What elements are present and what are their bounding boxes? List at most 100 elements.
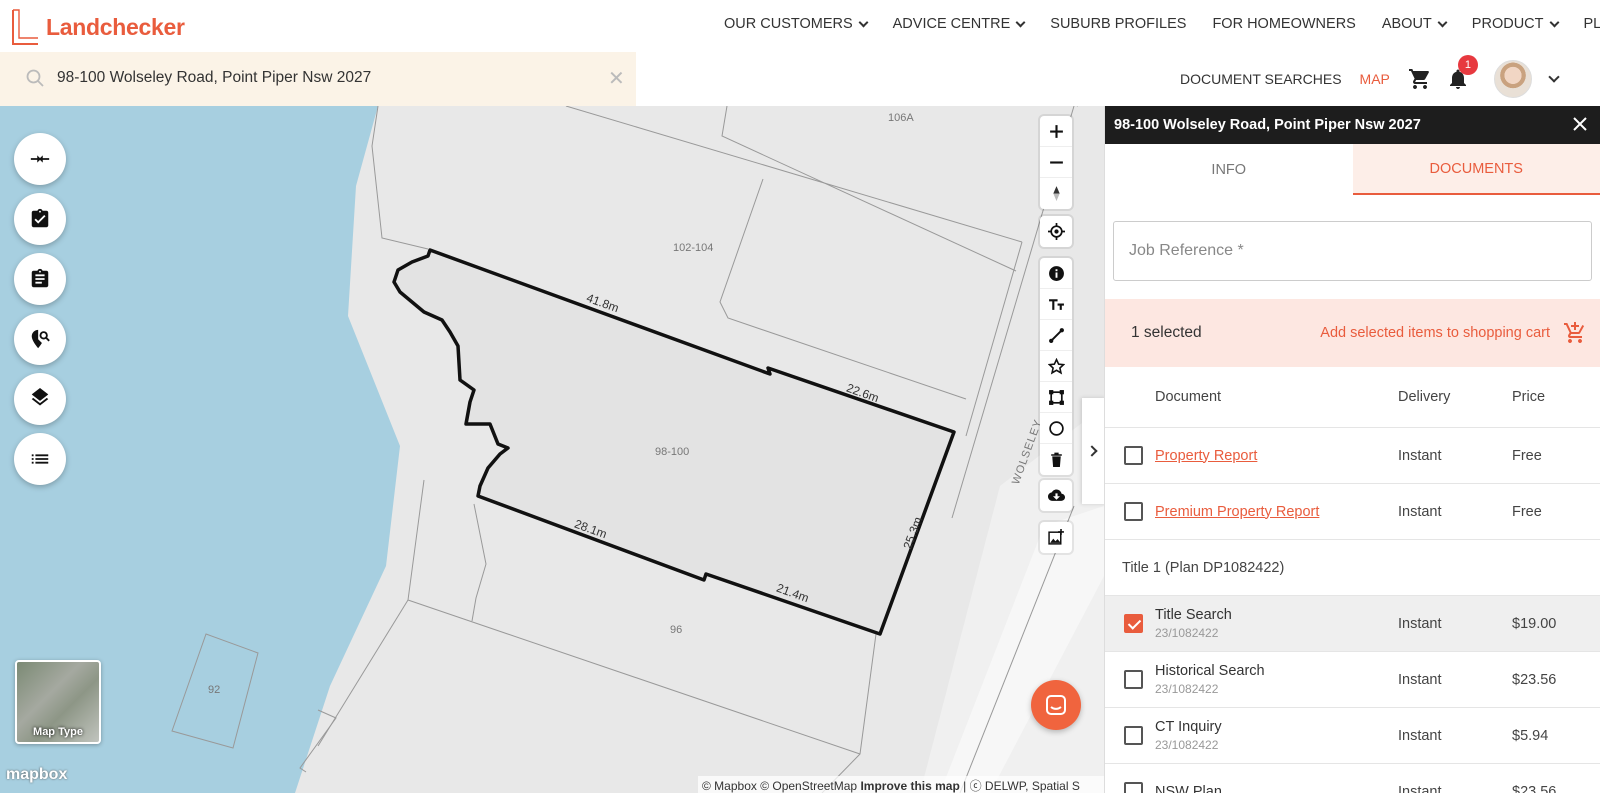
row-checkbox[interactable] <box>1124 670 1143 689</box>
property-report-link[interactable]: Property Report <box>1155 448 1257 464</box>
download-button[interactable] <box>1040 480 1072 511</box>
close-icon[interactable]: ✕ <box>608 66 625 91</box>
panel-header: 98-100 Wolseley Road, Point Piper Nsw 20… <box>1105 106 1600 144</box>
tab-info[interactable]: INFO <box>1105 144 1353 195</box>
chevron-down-icon[interactable] <box>1548 71 1560 83</box>
shopping-cart-icon[interactable] <box>1408 67 1432 91</box>
measure-line-button[interactable] <box>1040 320 1072 351</box>
property-panel: 98-100 Wolseley Road, Point Piper Nsw 20… <box>1104 106 1600 793</box>
map-base-layer <box>0 106 1104 793</box>
map-type-label: Map Type <box>33 726 83 738</box>
search-input[interactable]: 98-100 Wolseley Road, Point Piper Nsw 20… <box>57 69 371 87</box>
info-icon <box>1048 265 1064 281</box>
notifications-button[interactable]: 1 <box>1446 55 1478 91</box>
title-section-header: Title 1 (Plan DP1082422) <box>1105 540 1600 596</box>
line-icon <box>1048 327 1064 343</box>
nav-plans[interactable]: PLANS <box>1584 16 1600 32</box>
nav-our-customers[interactable]: OUR CUSTOMERS <box>724 16 869 32</box>
nav-label: PRODUCT <box>1471 16 1544 32</box>
row-checkbox[interactable] <box>1124 502 1143 521</box>
header-actions: DOCUMENT SEARCHES MAP 1 <box>1180 52 1560 106</box>
chat-support-button[interactable] <box>1031 680 1081 730</box>
nav-product[interactable]: PRODUCT <box>1471 16 1559 32</box>
location-search-icon <box>31 329 50 349</box>
mapbox-logo[interactable]: mapbox <box>6 766 67 784</box>
nav-label: ADVICE CENTRE <box>892 16 1011 32</box>
chevron-down-icon <box>1015 17 1026 27</box>
compare-button[interactable] <box>14 133 66 185</box>
compass-icon <box>1052 186 1060 201</box>
panel-tabs: INFO DOCUMENTS <box>1105 144 1600 195</box>
attribution-text-2: | ⓒ DELWP, Spatial S <box>963 779 1080 793</box>
document-ref: 23/1082422 <box>1155 738 1219 752</box>
nav-advice-centre[interactable]: ADVICE CENTRE <box>892 16 1026 32</box>
avatar[interactable] <box>1493 60 1532 98</box>
tab-documents[interactable]: DOCUMENTS <box>1352 144 1600 195</box>
chevron-right-icon <box>1086 445 1098 457</box>
map-link[interactable]: MAP <box>1360 71 1390 87</box>
square-nodes-icon <box>1048 389 1064 405</box>
parcel-label: 106A <box>888 112 914 124</box>
chevron-down-icon <box>1437 17 1448 27</box>
zoom-out-button[interactable] <box>1040 147 1072 178</box>
nav-label: SUBURB PROFILES <box>1050 16 1187 32</box>
location-search-button[interactable] <box>14 313 66 365</box>
nav-about[interactable]: ABOUT <box>1382 16 1448 32</box>
close-icon[interactable] <box>1570 114 1590 134</box>
list-button[interactable] <box>14 433 66 485</box>
add-image-button[interactable] <box>1040 522 1072 553</box>
locate-control <box>1040 216 1072 247</box>
rectangle-tool-button[interactable] <box>1040 382 1072 413</box>
landchecker-logo[interactable]: Landchecker <box>10 8 185 46</box>
delete-drawing-button[interactable] <box>1040 444 1072 475</box>
nav-for-homeowners[interactable]: FOR HOMEOWNERS <box>1212 16 1355 32</box>
layers-button[interactable] <box>14 373 66 425</box>
info-button[interactable] <box>1040 258 1072 289</box>
row-checkbox[interactable] <box>1124 614 1143 633</box>
table-row: Title Search 23/1082422 Instant $19.00 <box>1105 596 1600 652</box>
locate-me-button[interactable] <box>1040 216 1072 247</box>
collapse-panel-button[interactable] <box>1082 398 1106 504</box>
price-cell: Free <box>1512 503 1542 520</box>
row-checkbox[interactable] <box>1124 726 1143 745</box>
add-photo-icon <box>1047 529 1064 545</box>
notification-badge: 1 <box>1457 55 1478 75</box>
zoom-in-button[interactable] <box>1040 116 1072 147</box>
checklist-button[interactable] <box>14 193 66 245</box>
layers-icon <box>31 388 49 406</box>
delivery-cell: Instant <box>1398 615 1442 632</box>
zoom-controls <box>1040 116 1072 209</box>
document-searches-link[interactable]: DOCUMENT SEARCHES <box>1180 71 1342 87</box>
table-row: CT Inquiry 23/1082422 Instant $5.94 <box>1105 708 1600 764</box>
parcel-label: 102-104 <box>673 242 714 254</box>
map-type-switcher[interactable]: Map Type <box>15 660 101 744</box>
chevron-down-icon <box>858 17 869 27</box>
address-search-bar[interactable]: 98-100 Wolseley Road, Point Piper Nsw 20… <box>0 52 636 106</box>
column-document: Document <box>1155 389 1222 405</box>
document-cell: Title Search 23/1082422 <box>1155 607 1232 640</box>
price-cell: $19.00 <box>1512 615 1557 632</box>
row-checkbox[interactable] <box>1124 446 1143 465</box>
premium-property-report-link[interactable]: Premium Property Report <box>1155 504 1319 520</box>
reports-button[interactable] <box>14 253 66 305</box>
compass-button[interactable] <box>1040 178 1072 209</box>
delivery-cell: Instant <box>1398 783 1442 793</box>
text-tool-button[interactable] <box>1040 289 1072 320</box>
draw-tools <box>1040 258 1072 475</box>
chevron-down-icon <box>1549 17 1559 27</box>
minus-icon <box>1049 160 1063 164</box>
document-cell: CT Inquiry 23/1082422 <box>1155 719 1222 752</box>
add-shopping-cart-icon[interactable] <box>1562 321 1588 345</box>
improve-map-link[interactable]: Improve this map <box>860 779 959 793</box>
job-reference-field[interactable]: Job Reference * <box>1113 221 1592 281</box>
nav-suburb-profiles[interactable]: SUBURB PROFILES <box>1050 16 1186 32</box>
polygon-tool-button[interactable] <box>1040 351 1072 382</box>
add-to-cart-link[interactable]: Add selected items to shopping cart <box>1320 325 1550 341</box>
logo-mark-icon <box>12 9 38 45</box>
list-icon <box>31 454 49 464</box>
row-checkbox[interactable] <box>1124 782 1143 793</box>
image-control <box>1040 522 1072 553</box>
delivery-cell: Instant <box>1398 503 1442 520</box>
circle-tool-button[interactable] <box>1040 413 1072 444</box>
map-canvas[interactable]: 106A 102-104 98-100 96 92 WOLSELEY 41.8m… <box>0 106 1104 793</box>
